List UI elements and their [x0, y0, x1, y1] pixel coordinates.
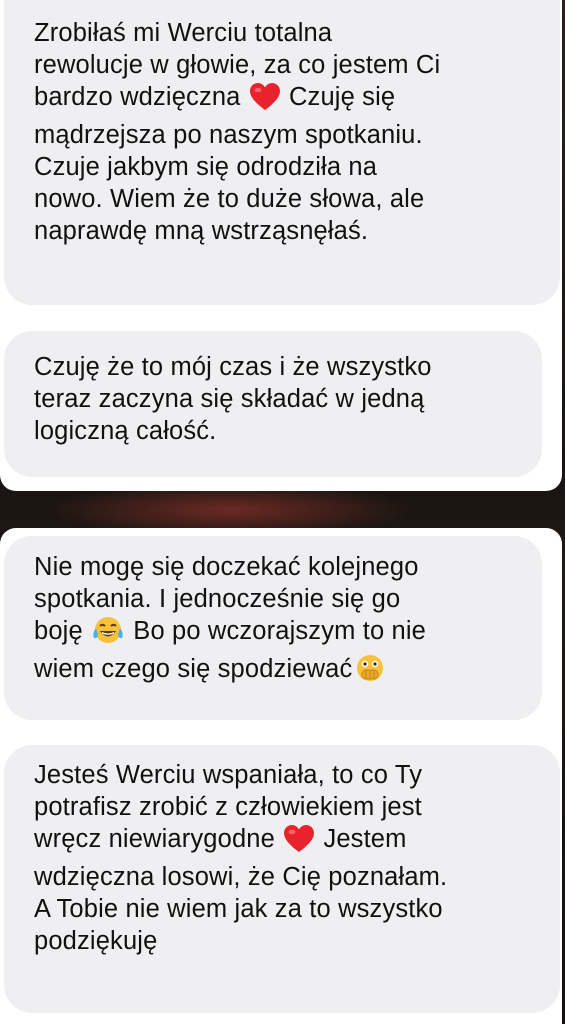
heart-icon [249, 83, 280, 119]
message-line: wręcz niewiarygodne Jestem [34, 823, 538, 861]
message-line: boję Bo po wczorajszym to nie [34, 615, 520, 653]
message-bubble-1[interactable]: Zrobiłaś mi Werciu totalna rewolucje w g… [4, 0, 560, 305]
message-line: Czuje jakbym się odrodziła na [34, 153, 378, 181]
message-line: bardzo wdzięczna Czuję się [34, 81, 538, 119]
shocked-face-icon [354, 653, 386, 691]
message-line: nowo. Wiem że to duże słowa, ale [34, 185, 425, 213]
message-line: spotkania. I jednocześnie się go [34, 585, 401, 613]
message-line: wiem czego się spodziewać [34, 653, 520, 691]
message-line: Nie mogę się doczekać kolejnego [34, 553, 419, 581]
message-bubble-2[interactable]: Czuję że to mój czas i że wszystko teraz… [4, 331, 542, 477]
message-bubble-4[interactable]: Jesteś Werciu wspaniała, to co Ty potraf… [4, 745, 560, 1013]
message-line: Zrobiłaś mi Werciu totalna [34, 19, 333, 47]
message-line: rewolucje w głowie, za co jestem Ci [34, 51, 441, 79]
message-line: teraz zaczyna się składać w jedną [34, 385, 425, 413]
message-line: naprawdę mną wstrząsnęłaś. [34, 217, 369, 245]
message-line: wdzięczna losowi, że Cię poznałam. [34, 863, 448, 891]
message-line: potrafisz zrobić z człowiekiem jest [34, 793, 422, 821]
message-line: Czuję że to mój czas i że wszystko [34, 353, 432, 381]
message-bubble-3[interactable]: Nie mogę się doczekać kolejnego spotkani… [4, 536, 542, 720]
tears-of-joy-icon [92, 615, 124, 653]
message-line: mądrzejsza po naszym spotkaniu. [34, 121, 423, 149]
message-line: A Tobie nie wiem jak za to wszystko [34, 895, 443, 923]
message-line: podziękuję [34, 927, 158, 955]
heart-icon [284, 825, 315, 861]
message-line: logiczną całość. [34, 417, 217, 445]
message-line: Jesteś Werciu wspaniała, to co Ty [34, 761, 423, 789]
